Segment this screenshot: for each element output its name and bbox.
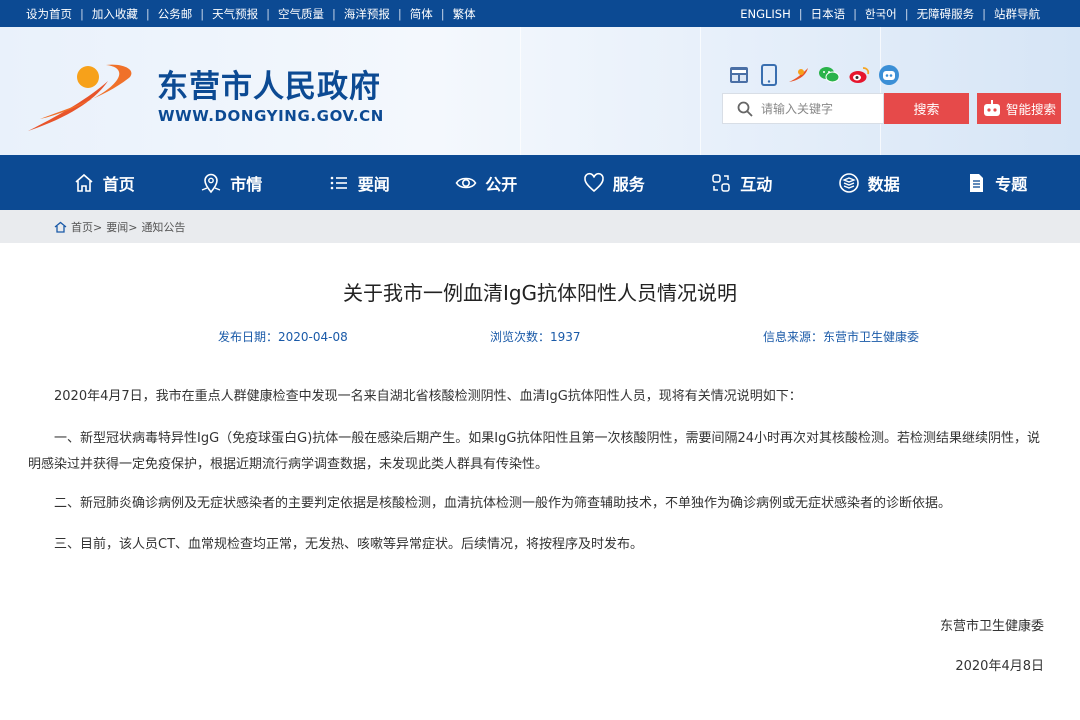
weibo-icon[interactable] <box>848 64 870 86</box>
top-utility-bar: 设为首页 | 加入收藏 | 公务邮 | 天气预报 | 空气质量 | 海洋预报 | 简体 | 繁… <box>0 0 1080 27</box>
site-name[interactable]: 东营市人民政府 <box>157 61 381 106</box>
smart-search-button[interactable]: 智能搜索 <box>977 93 1061 124</box>
interaction-icon <box>712 173 730 192</box>
site-group-nav-link[interactable]: 站群导航 <box>994 6 1040 22</box>
traditional-chinese-link[interactable]: 繁体 <box>453 6 476 22</box>
map-pin-icon <box>201 173 221 193</box>
nav-label: 要闻 <box>357 174 390 194</box>
site-header: 东营市人民政府 WWW.DONGYING.GOV.CN 搜索 智能搜索 <box>0 27 1080 155</box>
site-url: WWW.DONGYING.GOV.CN <box>158 107 384 125</box>
nav-item-service[interactable]: 服务 <box>550 155 678 210</box>
nav-label: 互动 <box>740 174 773 194</box>
robot-icon <box>983 99 1000 116</box>
main-navigation: 首页 市情 要闻 公开 服务 互动 数据 专题 <box>0 155 1080 210</box>
heart-icon <box>583 172 604 192</box>
article-paragraph: 三、目前，该人员CT、血常规检查均正常，无发热、咳嗽等异常症状。后续情况，将按程… <box>54 537 644 552</box>
article-paragraph: 一、新型冠状病毒特异性IgG（免疫球蛋白G)抗体一般在感染后期产生。如果IgG抗… <box>28 431 1041 472</box>
list-icon <box>330 176 347 189</box>
home-icon <box>75 173 93 192</box>
breadcrumb: 首页> 要闻> 通知公告 <box>54 210 185 243</box>
simplified-chinese-link[interactable]: 简体 <box>410 6 433 22</box>
korean-link[interactable]: 한국어 <box>865 6 897 22</box>
nav-item-interaction[interactable]: 互动 <box>678 155 806 210</box>
nav-label: 公开 <box>485 174 518 194</box>
breadcrumb-bar: 首页> 要闻> 通知公告 <box>0 210 1080 243</box>
nav-item-open-gov[interactable]: 公开 <box>423 155 551 210</box>
add-favorite-link[interactable]: 加入收藏 <box>92 6 138 22</box>
nav-label: 服务 <box>612 174 645 194</box>
smart-search-label: 智能搜索 <box>1005 102 1056 117</box>
article-paragraph: 二、新冠肺炎确诊病例及无症状感染者的主要判定依据是核酸检测，血清抗体检测一般作为… <box>54 496 952 511</box>
search-field[interactable] <box>722 93 884 124</box>
robot-service-icon[interactable] <box>878 64 900 86</box>
accessibility-link[interactable]: 无障碍服务 <box>917 6 975 22</box>
nav-label: 市情 <box>230 174 263 194</box>
nav-item-news[interactable]: 要闻 <box>295 155 423 210</box>
set-homepage-link[interactable]: 设为首页 <box>26 6 72 22</box>
search-input[interactable] <box>761 101 879 116</box>
article-paragraph: 2020年4月7日，我市在重点人群健康检查中发现一名来自湖北省核酸检测阴性、血清… <box>54 389 802 404</box>
info-source: 信息来源：东营市卫生健康委 <box>763 330 920 344</box>
eye-icon <box>455 177 477 188</box>
breadcrumb-notice[interactable]: 通知公告 <box>141 219 185 235</box>
nav-label: 专题 <box>995 174 1028 194</box>
breadcrumb-home[interactable]: 首页> <box>71 219 102 235</box>
nav-label: 首页 <box>102 174 135 194</box>
view-count: 浏览次数：1937 <box>490 330 581 344</box>
article-sign-date: 2020年4月8日 <box>955 659 1044 674</box>
nav-item-home[interactable]: 首页 <box>40 155 168 210</box>
wechat-icon[interactable] <box>818 64 840 86</box>
top-left-links: 设为首页 | 加入收藏 | 公务邮 | 天气预报 | 空气质量 | 海洋预报 | 简体 | 繁… <box>26 6 476 22</box>
japanese-link[interactable]: 日本语 <box>811 6 846 22</box>
publish-date: 发布日期：2020-04-08 <box>218 330 348 344</box>
header-decoration <box>520 27 521 155</box>
article-signature: 东营市卫生健康委 <box>939 619 1044 634</box>
city-logo-icon[interactable] <box>26 59 138 133</box>
social-icons <box>728 64 900 86</box>
mobile-icon[interactable] <box>758 64 780 86</box>
home-icon <box>54 221 67 233</box>
search-icon <box>737 101 753 117</box>
gov-app-icon[interactable] <box>728 64 750 86</box>
ocean-forecast-link[interactable]: 海洋预报 <box>344 6 390 22</box>
official-mail-link[interactable]: 公务邮 <box>158 6 193 22</box>
nav-item-topics[interactable]: 专题 <box>933 155 1061 210</box>
nav-item-data[interactable]: 数据 <box>805 155 933 210</box>
breadcrumb-news[interactable]: 要闻> <box>106 219 137 235</box>
weather-link[interactable]: 天气预报 <box>212 6 258 22</box>
search-button[interactable]: 搜索 <box>884 93 969 124</box>
header-decoration <box>880 27 881 155</box>
english-link[interactable]: ENGLISH <box>740 7 791 21</box>
nav-item-city-info[interactable]: 市情 <box>168 155 296 210</box>
database-icon <box>838 172 859 193</box>
document-icon <box>970 173 984 192</box>
air-quality-link[interactable]: 空气质量 <box>278 6 324 22</box>
article-title: 关于我市一例血清IgG抗体阳性人员情况说明 <box>342 281 738 305</box>
header-decoration <box>700 27 701 155</box>
nav-label: 数据 <box>867 174 900 194</box>
toutiao-icon[interactable] <box>788 64 810 86</box>
top-right-links: ENGLISH | 日本语 | 한국어 | 无障碍服务 | 站群导航 <box>740 6 1040 22</box>
